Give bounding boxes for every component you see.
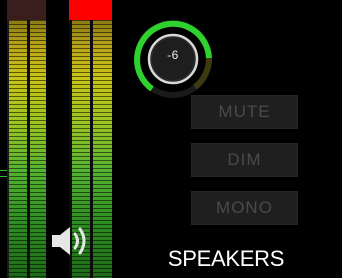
- dim-button[interactable]: DIM: [191, 143, 298, 177]
- meter-channel-divider: [27, 20, 30, 278]
- mono-button[interactable]: MONO: [191, 191, 298, 225]
- mute-button[interactable]: MUTE: [191, 95, 298, 129]
- level-meter-left: [7, 0, 46, 278]
- meter-edge: [7, 20, 9, 278]
- knob-value: -6: [167, 48, 179, 62]
- section-label: SPEAKERS: [167, 246, 285, 271]
- volume-knob[interactable]: -6: [132, 18, 214, 100]
- peak-indicator-left: [7, 0, 46, 20]
- meter-scale: [0, 20, 7, 278]
- peak-indicator-right: [69, 0, 112, 20]
- speakers-monitor-panel: -6 MUTE DIM MONO SPEAKERS: [0, 0, 342, 278]
- speaker-volume-icon[interactable]: [48, 222, 92, 260]
